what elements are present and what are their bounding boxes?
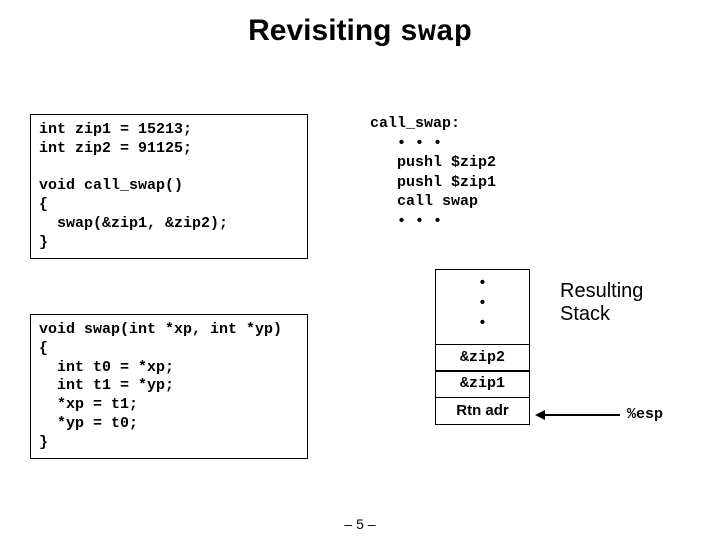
stack-cell-zip1: &zip1	[435, 370, 530, 398]
esp-arrow	[535, 410, 620, 420]
stack-cell-rtn: Rtn adr	[435, 397, 530, 425]
resulting-stack-label: Resulting Stack	[560, 280, 643, 326]
esp-label: %esp	[627, 406, 663, 423]
code-box-top: int zip1 = 15213; int zip2 = 91125; void…	[30, 114, 308, 259]
stack-cell-zip2: &zip2	[435, 344, 530, 372]
code-box-bottom: void swap(int *xp, int *yp) { int t0 = *…	[30, 314, 308, 459]
title-plain: Revisiting	[248, 14, 400, 47]
assembly-listing: call_swap: • • • pushl $zip2 pushl $zip1…	[370, 114, 496, 231]
stack-cell-dots: • • •	[435, 269, 530, 345]
title-mono: swap	[400, 16, 472, 50]
slide-number: – 5 –	[0, 516, 720, 532]
stack-diagram: • • • &zip2 &zip1 Rtn adr	[435, 269, 530, 425]
slide-title: Revisiting swap	[0, 14, 720, 50]
